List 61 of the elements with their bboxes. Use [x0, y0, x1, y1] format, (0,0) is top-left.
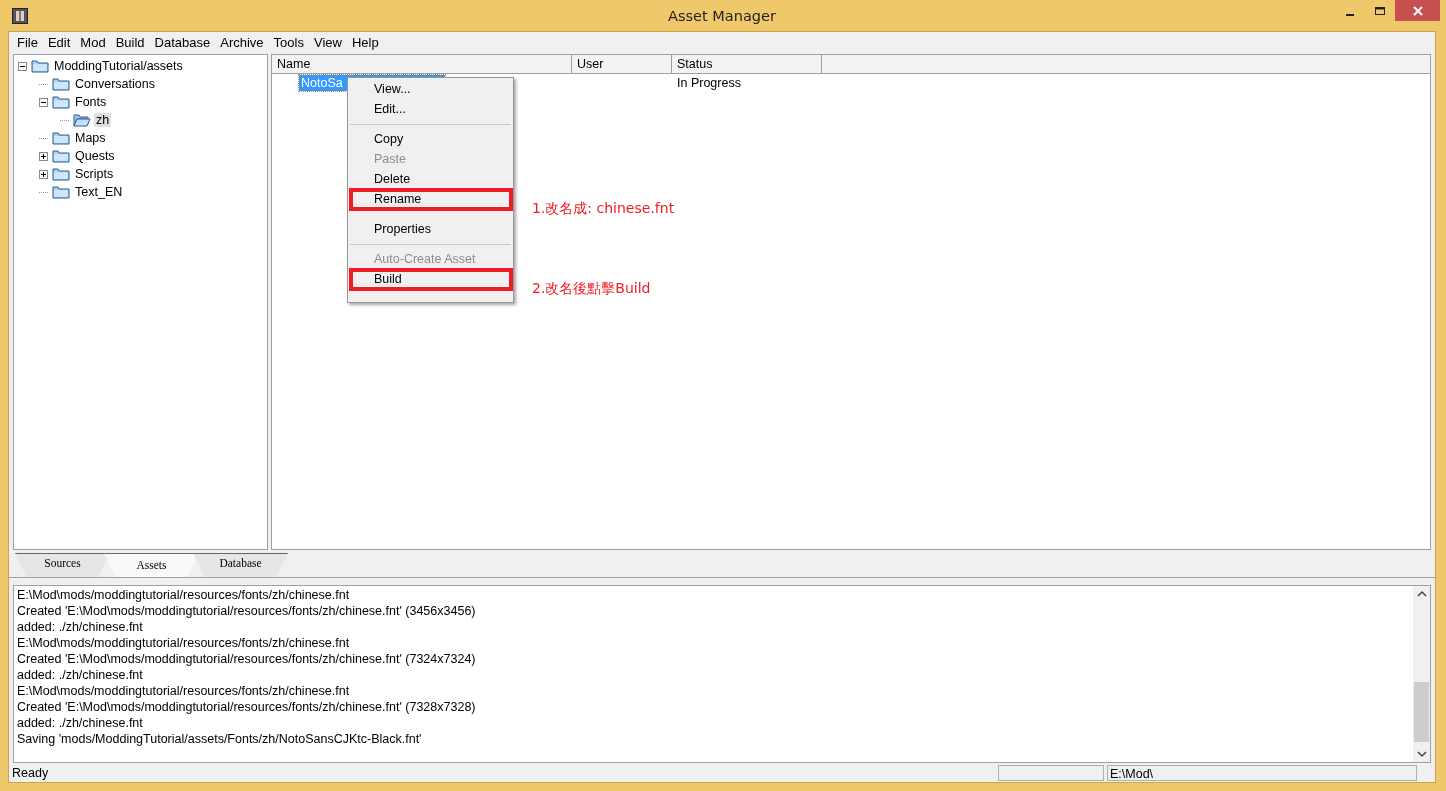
menu-item[interactable]: Edit...	[348, 100, 513, 120]
status-path: E:\Mod\	[1107, 764, 1417, 781]
log-line: E:\Mod\mods/moddingtutorial/resources/fonts/zh/chinese.fnt	[17, 587, 351, 603]
log-line: Created 'E:\Mod\mods/moddingtutorial/resources/fonts/zh/chinese.fnt' (7328x7328)	[17, 699, 477, 715]
folder-icon	[52, 185, 70, 199]
scrollbar[interactable]	[1413, 586, 1430, 762]
collapse-icon[interactable]	[18, 61, 27, 71]
folder-icon	[52, 77, 70, 91]
table-cell: In Progress	[677, 76, 741, 90]
menu-item[interactable]: View...	[348, 80, 513, 100]
folder-icon	[52, 95, 70, 109]
status-text: Ready	[12, 765, 50, 780]
folder-icon	[31, 59, 49, 73]
menu-item[interactable]: Help	[347, 35, 385, 50]
menu-item[interactable]: View	[309, 35, 348, 50]
minimize-icon	[1346, 13, 1354, 16]
tree-item[interactable]: Quests	[73, 149, 117, 163]
log-line: E:\Mod\mods/moddingtutorial/resources/fonts/zh/chinese.fnt	[17, 635, 351, 651]
column-header[interactable]: User	[572, 55, 672, 73]
folder-icon	[52, 149, 70, 163]
menu-item[interactable]: Tools	[269, 35, 310, 50]
tree-item[interactable]: Text_EN	[73, 185, 125, 199]
log-line: Created 'E:\Mod\mods/moddingtutorial/resources/fonts/zh/chinese.fnt' (7324x7324)	[17, 651, 477, 667]
menu-item[interactable]: Archive	[216, 35, 270, 50]
tree-item[interactable]: Fonts	[73, 95, 109, 109]
tree-item[interactable]: zh	[94, 113, 112, 127]
tree-item[interactable]: Conversations	[73, 77, 157, 91]
scroll-up-icon[interactable]	[1416, 590, 1427, 598]
annotation-text: 1.改名成: chinese.fnt	[532, 199, 675, 217]
log-line: added: ./zh/chinese.fnt	[17, 715, 144, 731]
maximize-icon	[1374, 4, 1386, 17]
window-title: Asset Manager	[668, 7, 776, 24]
column-header[interactable]: Name	[272, 55, 572, 73]
scroll-down-icon[interactable]	[1416, 750, 1427, 758]
menu-item[interactable]: Edit	[43, 35, 77, 50]
tab[interactable]: Database	[193, 553, 288, 577]
expand-icon[interactable]	[39, 169, 48, 179]
folder-icon	[52, 167, 70, 181]
menu-item[interactable]: Copy	[348, 130, 513, 150]
column-header[interactable]: Status	[672, 55, 822, 73]
log-line: Saving 'mods/ModdingTutorial/assets/Fonts/zh/NotoSansCJKtc-Black.fnt'	[17, 731, 423, 747]
tree-item[interactable]: Scripts	[73, 167, 116, 181]
collapse-icon[interactable]	[39, 97, 48, 107]
menu-item[interactable]: File	[13, 35, 44, 50]
close-button[interactable]	[1395, 0, 1440, 21]
expand-icon[interactable]	[39, 151, 48, 161]
tree-item[interactable]: ModdingTutorial/assets	[52, 59, 185, 73]
log-line: added: ./zh/chinese.fnt	[17, 619, 144, 635]
close-icon	[1411, 4, 1424, 17]
annotation-text: 2.改名後點擊Build	[532, 279, 651, 297]
log-line: E:\Mod\mods/moddingtutorial/resources/fonts/zh/chinese.fnt	[17, 683, 351, 699]
log-line: Created 'E:\Mod\mods/moddingtutorial/resources/fonts/zh/chinese.fnt' (3456x3456)	[17, 603, 477, 619]
folder-icon	[52, 131, 70, 145]
menu-item[interactable]: Delete	[348, 170, 513, 190]
tree-item[interactable]: Maps	[73, 131, 108, 145]
log-line: added: ./zh/chinese.fnt	[17, 667, 144, 683]
menu-item[interactable]: Build	[111, 35, 151, 50]
menu-item[interactable]: Properties	[348, 220, 513, 240]
app-icon	[12, 8, 28, 24]
menu-item[interactable]: Database	[150, 35, 217, 50]
menu-item[interactable]: Mod	[76, 35, 112, 50]
